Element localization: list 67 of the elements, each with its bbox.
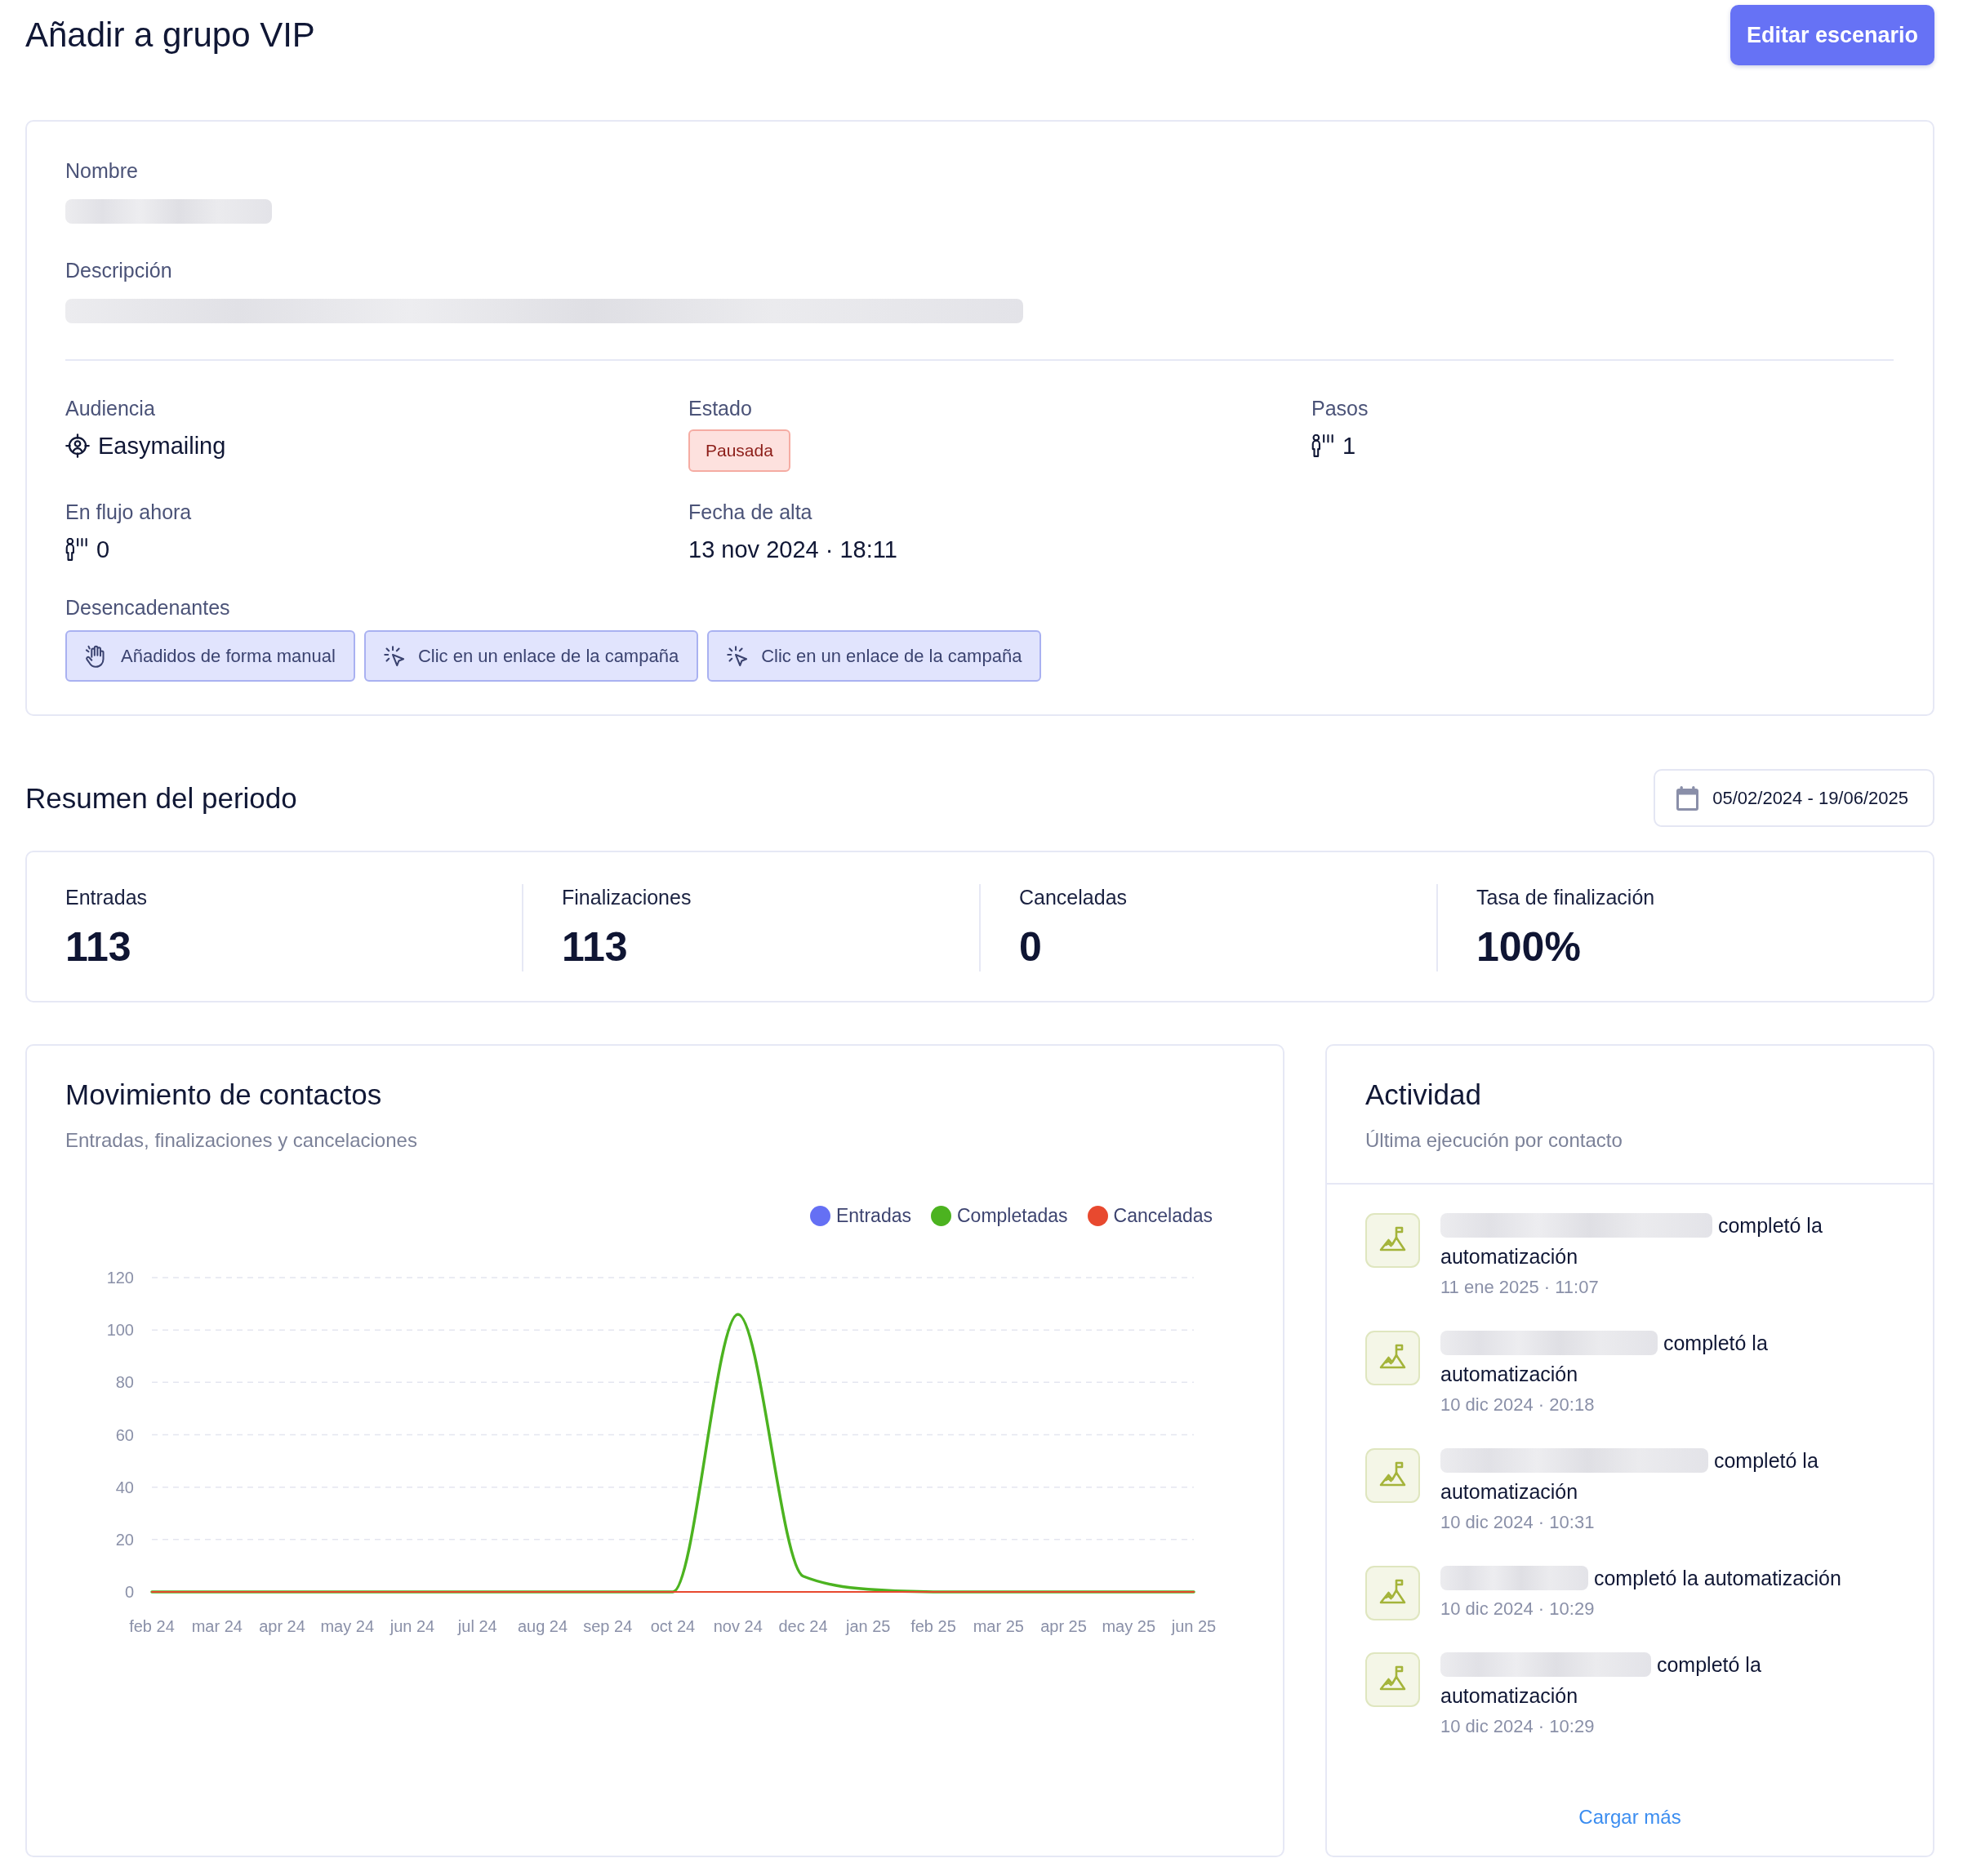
x-axis-label: feb 25	[910, 1617, 956, 1635]
activity-time: 10 dic 2024 · 10:31	[1440, 1511, 1596, 1534]
activity-time: 10 dic 2024 · 10:29	[1440, 1598, 1596, 1620]
count-value: 0	[96, 536, 110, 564]
y-axis-label: 40	[115, 1478, 134, 1496]
activity-time: 10 dic 2024 · 20:18	[1440, 1394, 1596, 1416]
y-axis-label: 60	[115, 1425, 134, 1444]
card-subtitle: Entradas, finalizaciones y cancelaciones	[65, 1128, 418, 1153]
status-badge: Pausada	[688, 429, 790, 472]
legend-label: Canceladas	[1113, 1204, 1213, 1227]
audience-name: Easymailing	[98, 432, 226, 460]
stat-value: 113	[562, 923, 629, 971]
stat-label: Canceladas	[1019, 885, 1129, 910]
property-label: Audiencia	[65, 396, 156, 421]
stat-value: 100%	[1476, 923, 1582, 971]
x-axis-label: may 25	[1102, 1617, 1156, 1635]
x-axis-label: jun 24	[390, 1617, 435, 1635]
x-axis-label: mar 25	[973, 1617, 1024, 1635]
page-title: Añadir a grupo VIP	[25, 16, 315, 55]
x-axis-label: apr 25	[1040, 1617, 1087, 1635]
x-axis-label: aug 24	[517, 1617, 568, 1635]
activity-text: completó la automatización	[1440, 1653, 1761, 1707]
card-title: Movimiento de contactos	[65, 1078, 383, 1112]
property-label: Fecha de alta	[688, 500, 813, 525]
stat-label: Entradas	[65, 885, 149, 910]
card-title: Actividad	[1365, 1078, 1483, 1112]
activity-time: 10 dic 2024 · 10:29	[1440, 1715, 1596, 1738]
x-axis-label: jan 25	[846, 1617, 891, 1635]
card-subtitle: Última ejecución por contacto	[1365, 1128, 1623, 1153]
section-title: Resumen del periodo	[25, 781, 297, 815]
stat-value: 113	[65, 923, 132, 971]
trigger-label: Clic en un enlace de la campaña	[417, 645, 679, 667]
y-axis-label: 0	[124, 1583, 134, 1601]
count-value: 1	[1342, 432, 1356, 460]
property-label: Estado	[688, 396, 753, 421]
x-axis-label: feb 24	[129, 1617, 175, 1635]
x-axis-label: nov 24	[713, 1617, 763, 1635]
legend-label: Entradas	[835, 1204, 911, 1227]
stat-value: 0	[1019, 923, 1043, 971]
stat-label: Tasa de finalización	[1476, 885, 1656, 910]
legend-label: Completadas	[957, 1204, 1068, 1227]
x-axis-label: apr 24	[259, 1617, 305, 1635]
x-axis-label: oct 24	[650, 1617, 696, 1635]
y-axis-label: 120	[106, 1269, 134, 1287]
y-axis-label: 20	[115, 1530, 134, 1549]
x-axis-label: jul 24	[457, 1617, 497, 1635]
activity-text: completó la automatización	[1440, 1214, 1823, 1268]
x-axis-label: mar 24	[191, 1617, 243, 1635]
trigger-label: Clic en un enlace de la campaña	[761, 645, 1022, 667]
date-value: 13 nov 2024 · 18:11	[688, 536, 897, 564]
field-label: Descripción	[65, 258, 173, 283]
x-axis-label: may 24	[320, 1617, 375, 1635]
activity-text: completó la automatización	[1440, 1449, 1819, 1503]
activity-text: completó la automatización	[1440, 1331, 1768, 1385]
property-label: En flujo ahora	[65, 500, 193, 525]
property-label: Pasos	[1311, 396, 1369, 421]
x-axis-label: jun 25	[1171, 1617, 1217, 1635]
activity-time: 11 ene 2025 · 11:07	[1440, 1276, 1600, 1299]
trigger-label: Añadidos de forma manual	[121, 645, 336, 667]
y-axis-label: 80	[115, 1373, 134, 1392]
triggers-label: Desencadenantes	[65, 595, 231, 620]
x-axis-label: sep 24	[583, 1617, 633, 1635]
activity-text: completó la automatización	[1593, 1567, 1841, 1589]
field-label: Nombre	[65, 158, 139, 184]
stat-label: Finalizaciones	[562, 885, 692, 910]
y-axis-label: 100	[106, 1321, 134, 1340]
x-axis-label: dec 24	[778, 1617, 828, 1635]
